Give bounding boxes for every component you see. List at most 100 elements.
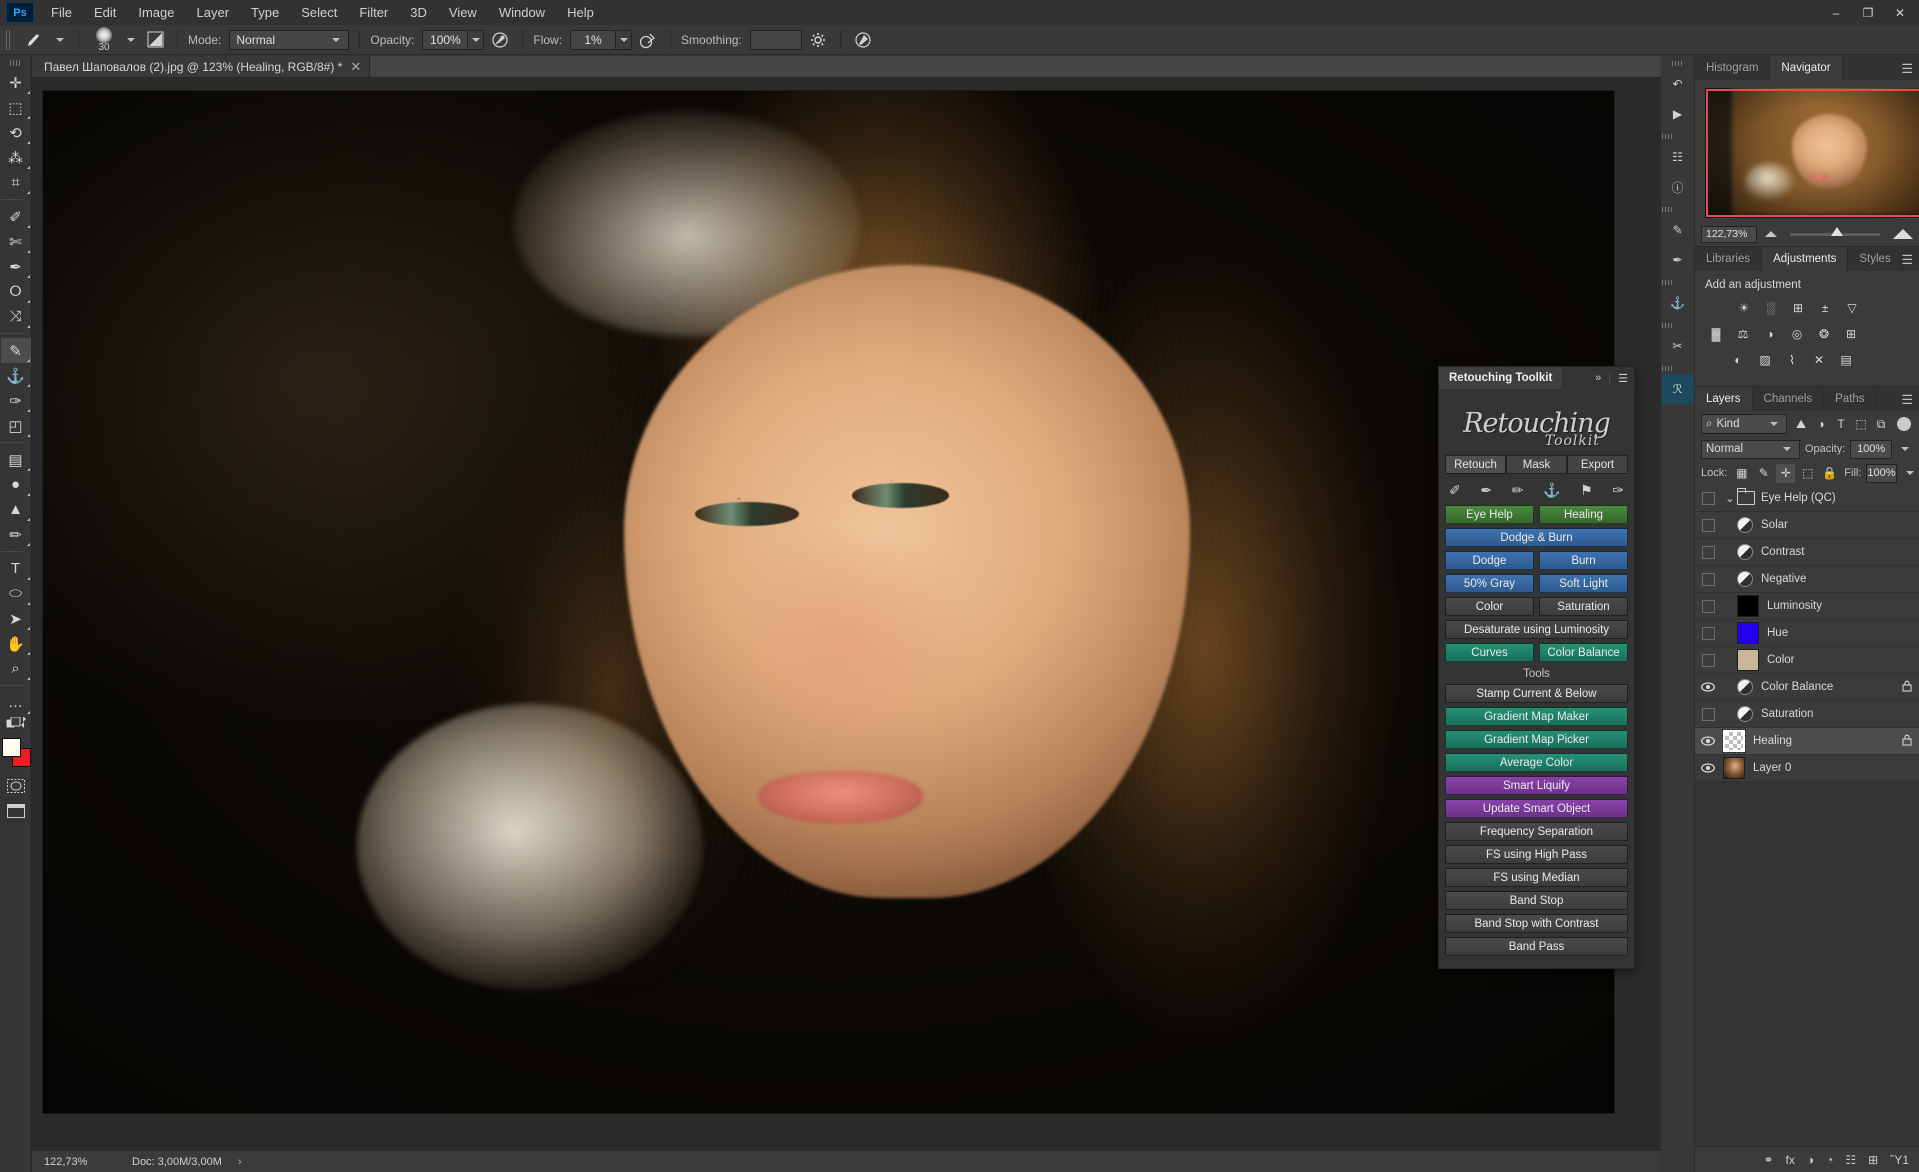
info-icon[interactable]: ⓘ [1662,172,1694,202]
pattern-stamp-icon[interactable]: ⚑ [1580,482,1593,499]
photo-filter-icon[interactable]: ◎ [1786,324,1808,344]
screen-mode-icon[interactable] [1,798,31,823]
smoothing-options-gear-icon[interactable] [806,28,830,52]
link-layers-icon[interactable]: ⚭ [1763,1153,1773,1167]
adjustment-layer-thumbnail[interactable] [1737,517,1753,533]
rtk-tool-gradient-map-picker[interactable]: Gradient Map Picker [1445,730,1628,749]
canvas-scroll-area[interactable] [32,78,1661,1150]
navigator-thumbnail[interactable] [1705,88,1919,218]
adjustment-layer-thumbnail[interactable] [1737,679,1753,695]
layer-visibility-toggle[interactable] [1695,492,1721,505]
zoom-slider-track[interactable] [1790,233,1880,236]
tool-presets-icon[interactable]: ✂ [1662,331,1694,361]
layer-thumbnail-transparent[interactable] [1723,730,1745,752]
edit-toolbar-tool[interactable]: … [1,690,31,715]
layer-row[interactable]: Contrast [1695,539,1919,566]
layer-opacity-input[interactable]: 100% [1850,440,1892,459]
rtk-button-desaturate-using-luminosity[interactable]: Desaturate using Luminosity [1445,620,1628,639]
levels-icon[interactable]: ░ [1760,298,1782,318]
layer-row[interactable]: Color Balance [1695,674,1919,701]
layer-visibility-eye-icon[interactable] [1695,682,1721,692]
pressure-opacity-toggle-icon[interactable] [488,28,512,52]
layer-opacity-chevron-down-icon[interactable] [1901,447,1909,451]
image-canvas[interactable] [42,90,1615,1114]
layer-visibility-toggle[interactable] [1695,600,1721,613]
rtk-tool-band-pass[interactable]: Band Pass [1445,937,1628,956]
layer-thumbnail-image[interactable] [1723,757,1745,779]
channel-mixer-icon[interactable]: ❂ [1813,324,1835,344]
quick-mask-mode-icon[interactable] [1,773,31,798]
layer-row[interactable]: Hue [1695,620,1919,647]
status-expand-arrow-icon[interactable]: › [238,1156,242,1168]
move-tool[interactable]: ✛ [1,70,31,95]
icon-dock-group-grip[interactable] [1662,280,1674,285]
tab-adjustments[interactable]: Adjustments [1762,247,1848,271]
icon-dock-group-grip[interactable] [1662,323,1674,328]
layer-visibility-toggle[interactable] [1695,627,1721,640]
layer-row[interactable]: ⌄Eye Help (QC) [1695,485,1919,512]
actions-play-icon[interactable]: ▶ [1662,99,1694,129]
brightness-contrast-icon[interactable]: ☀ [1733,298,1755,318]
brush-tool-icon[interactable] [20,28,48,52]
menu-type[interactable]: Type [240,2,290,23]
new-fill-adjustment-icon[interactable]: ◔ [1826,1153,1833,1167]
layer-mask-icon[interactable]: ◑ [1807,1153,1814,1167]
brush-settings-panel-icon[interactable] [143,28,167,52]
shuffle-tool[interactable]: ⤨ [1,304,31,329]
layer-row[interactable]: Luminosity [1695,593,1919,620]
tab-histogram[interactable]: Histogram [1695,56,1770,80]
options-bar-grip[interactable] [6,30,11,50]
spot-heal-icon[interactable]: ✏ [1512,482,1524,499]
symmetry-options-icon[interactable] [851,28,875,52]
gradient-map-icon[interactable]: ▤ [1835,350,1857,370]
type-tool[interactable]: T [1,556,31,581]
menu-filter[interactable]: Filter [348,2,399,23]
blur-tool[interactable]: ● [1,472,31,497]
layer-row[interactable]: Layer 0 [1695,755,1919,782]
lock-all-icon[interactable]: 🔒 [1820,464,1839,483]
history-icon[interactable]: ↶ [1662,69,1694,99]
blend-mode-select[interactable]: Normal [229,30,349,50]
rectangular-marquee-tool[interactable]: ⬚ [1,95,31,120]
eyedropper-tool[interactable]: ✐ [1,204,31,229]
rtk-tool-fs-using-median[interactable]: FS using Median [1445,868,1628,887]
mixer-brush-icon[interactable]: ✑ [1612,482,1624,499]
rtk-button-dodge-burn[interactable]: Dodge & Burn [1445,528,1628,547]
layer-row[interactable]: Color [1695,647,1919,674]
minimize-button[interactable]: – [1821,2,1851,24]
properties-icon[interactable]: ☷ [1662,142,1694,172]
layer-thumbnail-solid[interactable] [1737,649,1759,671]
crop-tool[interactable]: ⌗ [1,170,31,195]
lock-artboard-nesting-icon[interactable]: ⬚ [1798,464,1817,483]
navigator-panel-menu-icon[interactable]: ☰ [1901,61,1913,77]
layer-visibility-toggle[interactable] [1695,519,1721,532]
tab-layers[interactable]: Layers [1695,387,1753,411]
adjustment-layer-thumbnail[interactable] [1737,571,1753,587]
adjustment-layer-thumbnail[interactable] [1737,544,1753,560]
new-layer-icon[interactable]: ⊞ [1868,1153,1878,1167]
rtk-button-eye-help[interactable]: Eye Help [1445,505,1534,524]
rtk-tool-update-smart-object[interactable]: Update Smart Object [1445,799,1628,818]
layers-panel-menu-icon[interactable]: ☰ [1901,392,1913,408]
rtk-segment-export[interactable]: Export [1567,455,1628,474]
threshold-icon[interactable]: ⌇ [1781,350,1803,370]
status-zoom-level[interactable]: 122,73% [32,1156,102,1168]
zoom-in-icon[interactable] [1893,229,1913,239]
brush-size-preview[interactable]: 30 [89,27,119,53]
rtk-segment-retouch[interactable]: Retouch [1445,455,1506,474]
layer-row[interactable]: Negative [1695,566,1919,593]
flow-input[interactable]: 1% [570,30,616,50]
menu-view[interactable]: View [438,2,488,23]
patch-tool[interactable]: ⭘ [1,279,31,304]
rtk-button-color[interactable]: Color [1445,597,1534,616]
lock-position-icon[interactable]: ✛ [1776,464,1795,483]
foreground-color-swatch[interactable] [2,738,21,757]
filter-smart-object-icon[interactable]: ⧉ [1871,414,1891,434]
rtk-button-healing[interactable]: Healing [1539,505,1628,524]
filter-enable-toggle[interactable] [1897,417,1911,431]
color-lookup-icon[interactable]: ⊞ [1840,324,1862,344]
menu-help[interactable]: Help [556,2,605,23]
layer-visibility-eye-icon[interactable] [1695,736,1721,746]
layer-blend-mode-select[interactable]: Normal [1701,440,1800,459]
layer-row[interactable]: Healing [1695,728,1919,755]
